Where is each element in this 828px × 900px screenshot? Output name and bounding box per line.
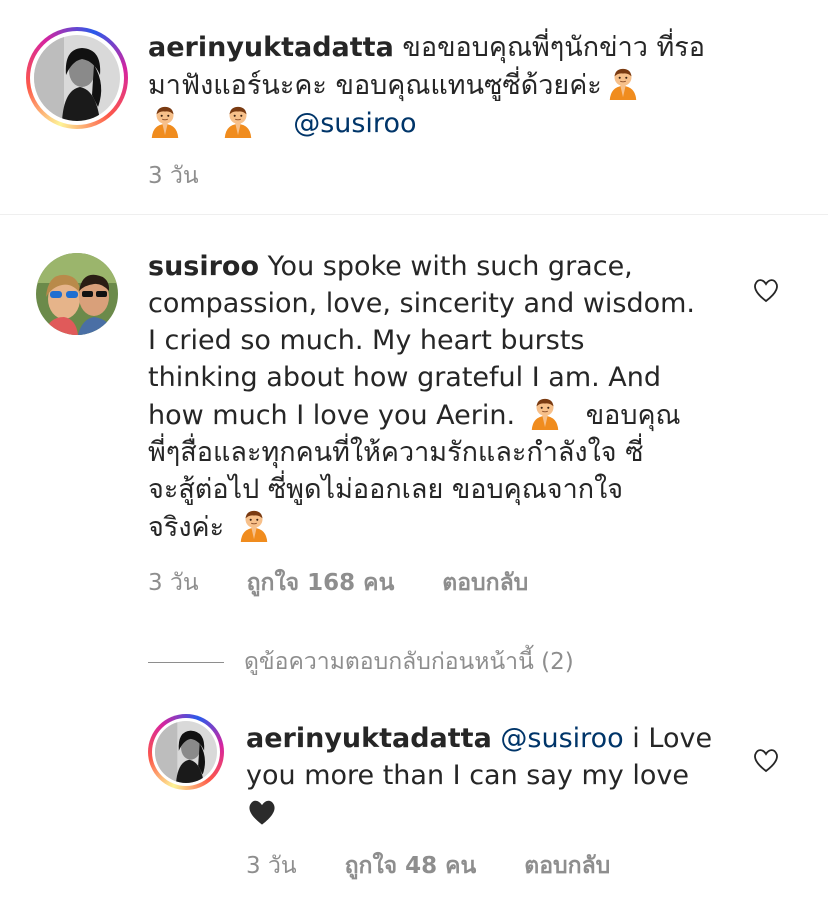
reply-meta: 3 วัน ถูกใจ 48 คน ตอบกลับ (246, 848, 610, 884)
comment-username[interactable]: aerinyuktadatta (148, 32, 394, 63)
pray-emoji-icon (528, 396, 562, 430)
pray-emoji-icon (237, 508, 271, 542)
likes-count[interactable]: ถูกใจ 168 คน (247, 565, 395, 601)
comment-body-line: You spoke with such grace, (267, 251, 633, 282)
comment-body-line: compassion, love, sincerity and wisdom. (148, 288, 696, 319)
comment-username[interactable]: susiroo (148, 251, 259, 282)
reply-button[interactable]: ตอบกลับ (442, 565, 528, 601)
comment-body-line: ขอบคุณ (585, 400, 681, 431)
comment-body-line: พี่ๆสื่อและทุกคนที่ให้ความรักและกำลังใจ … (148, 437, 644, 468)
comment-body-line1: ขอขอบคุณพี่ๆนักข่าว ที่รอ (402, 32, 705, 63)
avatar-aerin[interactable] (26, 27, 128, 129)
view-replies-label: ดูข้อความตอบกลับก่อนหน้านี้ (2) (244, 649, 574, 675)
avatar-susiroo[interactable] (36, 253, 118, 335)
comment-body-line: จะสู้ต่อไป ซี่พูดไม่ออกเลย ขอบคุณจากใจ (148, 474, 624, 505)
pray-emoji-icon (221, 104, 255, 138)
view-previous-replies[interactable]: ดูข้อความตอบกลับก่อนหน้านี้ (2) (148, 644, 574, 680)
reply-body-line: you more than I can say my love (246, 760, 689, 791)
reply-button[interactable]: ตอบกลับ (524, 848, 610, 884)
timestamp: 3 วัน (148, 570, 199, 596)
reply-aerin: aerinyuktadatta @susiroo i Love you more… (0, 700, 828, 900)
timestamp: 3 วัน (148, 163, 199, 189)
comment-aerin-1: aerinyuktadatta ขอขอบคุณพี่ๆนักข่าว ที่ร… (0, 0, 828, 215)
timestamp: 3 วัน (246, 853, 297, 879)
comment-body-line: จริงค่ะ (148, 512, 225, 543)
mention-link[interactable]: @susiroo (293, 108, 416, 139)
reply-body-line: i Love (632, 723, 713, 754)
comment-body-line: thinking about how grateful I am. And (148, 362, 662, 393)
pray-emoji-icon (606, 66, 640, 100)
mention-link[interactable]: @susiroo (500, 723, 623, 754)
comment-meta: 3 วัน (148, 158, 199, 194)
like-heart-icon[interactable] (752, 747, 780, 773)
black-heart-icon (249, 800, 275, 825)
comment-body-line: how much I love you Aerin. (148, 400, 516, 431)
reply-text: aerinyuktadatta @susiroo i Love you more… (246, 720, 746, 831)
pray-emoji-icon (148, 104, 182, 138)
likes-count[interactable]: ถูกใจ 48 คน (345, 848, 477, 884)
like-heart-icon[interactable] (752, 277, 780, 303)
comment-meta: 3 วัน ถูกใจ 168 คน ตอบกลับ (148, 565, 528, 601)
avatar-aerin[interactable] (148, 714, 224, 790)
replies-line (148, 661, 224, 663)
comment-body-line: I cried so much. My heart bursts (148, 325, 585, 356)
comment-text: aerinyuktadatta ขอขอบคุณพี่ๆนักข่าว ที่ร… (148, 29, 768, 142)
reply-username[interactable]: aerinyuktadatta (246, 723, 492, 754)
comment-text: susiroo You spoke with such grace, compa… (148, 248, 748, 546)
comment-body-line2: มาฟังแอร์นะคะ ขอบคุณแทนซูซี่ด้วยค่ะ (148, 70, 602, 101)
comment-susiroo: susiroo You spoke with such grace, compa… (0, 215, 828, 635)
